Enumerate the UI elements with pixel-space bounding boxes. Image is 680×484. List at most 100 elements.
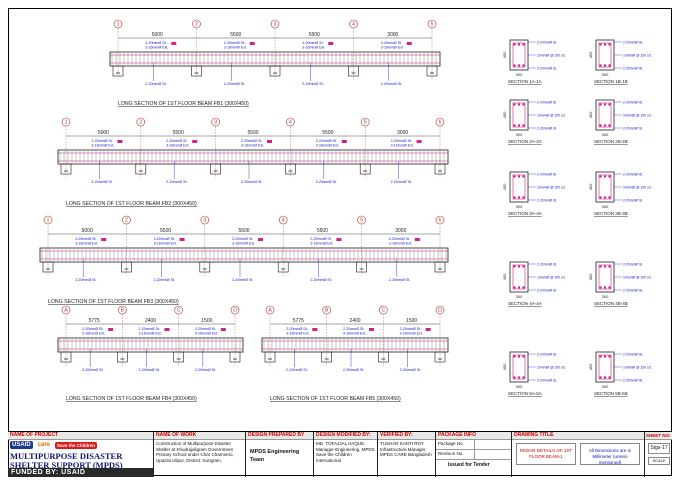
section-bar	[599, 124, 602, 127]
package-no-key: Package No.	[436, 440, 475, 449]
section-bar	[603, 43, 607, 46]
drawing-note-text: All Dimensions are in Millimeter (unless…	[588, 448, 632, 465]
span-dimension: 1500	[201, 318, 212, 324]
span-dimension: 3000	[387, 32, 398, 38]
bottom-rebar-label: 2-20mmØ St.	[241, 180, 262, 184]
rebar-marker	[336, 238, 342, 241]
top-rebar-label: 2-20mmØ St.	[82, 327, 103, 331]
grid-label: 3	[274, 22, 277, 28]
section-callout: 10mmØ @ 150 c/c	[623, 365, 652, 369]
section-bar	[513, 175, 516, 178]
section-bar	[608, 376, 611, 379]
section-callout: 10mmØ @ 150 c/c	[623, 275, 652, 279]
bottom-rebar-label: 2-20mmØ St.	[316, 180, 337, 184]
drawing-title-label: DRAWING TITLE	[512, 432, 644, 440]
section-bar	[517, 376, 521, 379]
drawing-title-cell: DRAWING TITLE REBAR DETAILS OF 1ST FLOOR…	[511, 432, 644, 477]
section-title: SECTION 4B-4B	[594, 301, 628, 306]
extra-rebar-label: 3-16mmØ Ext.	[381, 46, 404, 50]
rebar-marker	[117, 140, 123, 143]
section-bar	[517, 196, 521, 199]
section-callout: 2-20mmØ St.	[623, 40, 643, 44]
span-dimension: 5000	[82, 228, 93, 234]
drawing-note-box: All Dimensions are in Millimeter (unless…	[580, 443, 640, 465]
section-callout: 2-20mmØ St.	[537, 66, 557, 70]
section-title: SECTION 3B-3B	[594, 211, 628, 216]
grid-label: C	[382, 308, 386, 314]
verified-cell: VERIFIED BY: TUSHAR KANTI ROY Infrastruc…	[377, 432, 435, 477]
extra-rebar-label: 3-16mmØ Ext.	[389, 242, 412, 246]
package-label: PACKAGE INFO	[436, 432, 511, 440]
care-logo: care	[37, 442, 51, 448]
section-stirrup	[598, 42, 612, 68]
design-prepared-text: MPDS Engineering Team	[250, 449, 300, 463]
section-width-dimension: 300	[516, 204, 523, 209]
section-bar	[608, 196, 611, 199]
grid-label: 4	[289, 120, 292, 126]
span-dimension: 3000	[395, 228, 406, 234]
section-title: SECTION 2A-2A	[508, 139, 542, 144]
section-callout: 10mmØ @ 150 c/c	[623, 113, 652, 117]
section-width-dimension: 300	[602, 204, 609, 209]
section-callout: 2-20mmØ St.	[537, 288, 557, 292]
revision-no-key: Revision No.	[436, 450, 475, 459]
section-callout: 10mmØ @ 150 c/c	[623, 53, 652, 57]
section-callout: 2-20mmØ St.	[623, 378, 643, 382]
extra-rebar-label: 3-16mmØ Ext.	[391, 144, 414, 148]
bottom-rebar-label: 2-20mmØ St.	[145, 82, 166, 86]
extra-rebar-label: 3-16mmØ Ext.	[302, 46, 325, 50]
section-title: SECTION 1A-1A	[508, 79, 542, 84]
name-of-project-label: NAME OF PROJECT	[8, 432, 153, 440]
top-rebar-label: 2-20mmØ St.	[154, 237, 175, 241]
drawing-canvas: 1 2 3 4 550002-20mmØ St.3-16mmØ Ext.2-20mmØ …	[39, 19, 652, 402]
grid-label: 1	[65, 120, 68, 126]
extra-rebar-label: 3-16mmØ Ext.	[343, 332, 366, 336]
design-prepared-label: DESIGN PREPARED BY	[246, 432, 313, 440]
revision-no-value	[475, 450, 479, 459]
beam-outline	[39, 247, 449, 263]
section-bar	[599, 175, 602, 178]
section-callout: 2-20mmØ St.	[623, 100, 643, 104]
section-bar	[599, 103, 602, 106]
grid-label: 3	[203, 218, 206, 224]
grid-label: 2	[195, 22, 198, 28]
section-callout: 2-20mmØ St.	[537, 198, 557, 202]
section-stirrup	[598, 174, 612, 200]
section-depth-dimension: 450	[502, 183, 507, 190]
section-bar	[608, 43, 611, 46]
section-bar	[603, 196, 607, 199]
rebar-marker	[164, 328, 170, 331]
extra-rebar-label: 3-16mmØ Ext.	[91, 144, 114, 148]
beam-outline	[57, 149, 449, 165]
design-prepared-cell: DESIGN PREPARED BY MPDS Engineering Team	[245, 432, 313, 477]
extra-rebar-label: 3-16mmØ Ext.	[400, 332, 423, 336]
section-bar	[603, 175, 607, 178]
grid-label: 5	[364, 120, 367, 126]
section-callout: 10mmØ @ 150 c/c	[623, 185, 652, 189]
span-dimension: 5500	[230, 32, 241, 38]
section-bar	[522, 265, 525, 268]
section-title: SECTION 2B-2B	[594, 139, 628, 144]
section-bar	[513, 286, 516, 289]
section-bar	[522, 196, 525, 199]
top-rebar-label: 2-20mmØ St.	[381, 41, 402, 45]
bottom-rebar-label: 2-20mmØ St.	[400, 368, 421, 372]
section-callout: 10mmØ @ 150 c/c	[537, 185, 566, 189]
title-block: NAME OF PROJECT USAID care Save the Chil…	[8, 431, 672, 477]
section-bar	[522, 43, 525, 46]
section-bar	[599, 355, 602, 358]
bottom-rebar-label: 2-20mmØ St.	[139, 368, 160, 372]
span-dimension: 5775	[89, 318, 100, 324]
sheet-no-label: SHEET NO:	[645, 432, 672, 440]
rebar-marker	[425, 328, 431, 331]
rebar-marker	[328, 42, 334, 45]
section-depth-dimension: 450	[588, 51, 593, 58]
section-bar	[522, 64, 525, 67]
section-bar	[517, 175, 521, 178]
top-rebar-label: 2-20mmØ St.	[391, 139, 412, 143]
extra-rebar-label: 3-16mmØ Ext.	[241, 144, 264, 148]
grid-label: 3	[214, 120, 217, 126]
beam-outline	[57, 337, 244, 353]
section-bar	[517, 43, 521, 46]
top-rebar-label: 2-20mmØ St.	[166, 139, 187, 143]
